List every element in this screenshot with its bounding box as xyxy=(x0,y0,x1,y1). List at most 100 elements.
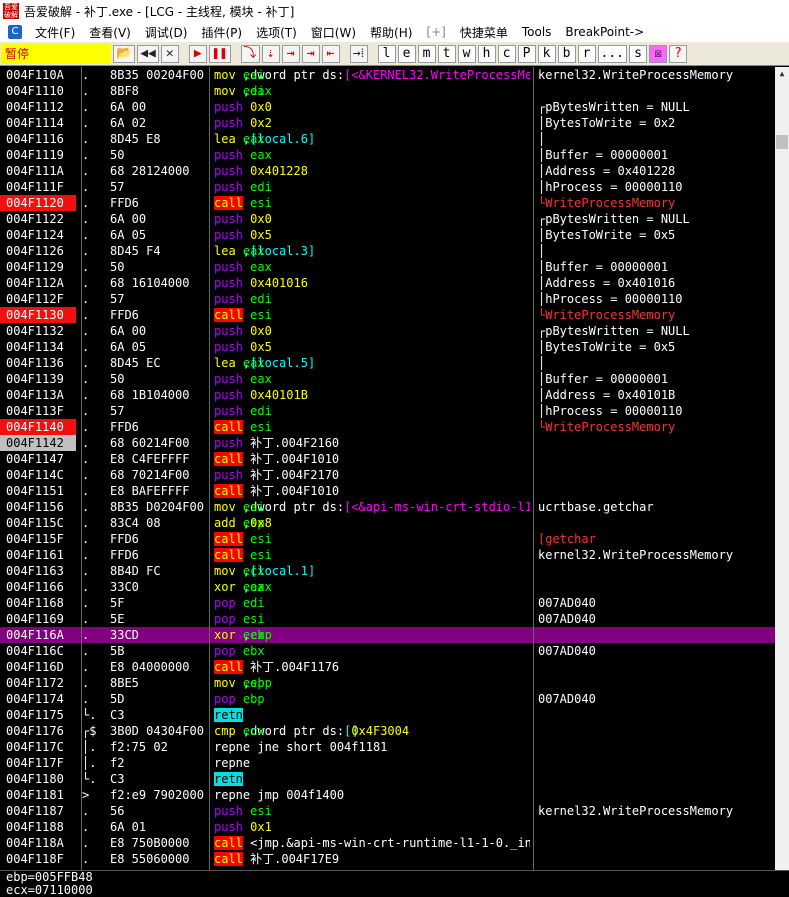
instruction-cell[interactable]: push edi xyxy=(214,179,530,195)
hex-dump-cell[interactable]: C3 xyxy=(110,707,208,723)
disasm-row[interactable]: 004F1174. 5D pop ebp 007AD040 xyxy=(0,691,775,707)
disasm-row[interactable]: 004F1140. FFD6 call esi └WriteProcessMemory xyxy=(0,419,775,435)
hex-dump-cell[interactable]: 6A 05 xyxy=(110,339,208,355)
disasm-row[interactable]: 004F114C. 68 70214F00 push 补丁.004F2170 xyxy=(0,467,775,483)
comment-cell[interactable] xyxy=(538,483,775,499)
comment-cell[interactable]: │Address = 0x401228 xyxy=(538,163,775,179)
hex-dump-cell[interactable]: 68 70214F00 xyxy=(110,467,208,483)
hex-dump-cell[interactable]: 57 xyxy=(110,291,208,307)
address-cell[interactable]: 004F1114 xyxy=(0,115,76,131)
address-cell[interactable]: 004F1120 xyxy=(0,195,76,211)
hex-dump-cell[interactable]: 33CD xyxy=(110,627,208,643)
hex-dump-cell[interactable]: 8D45 E8 xyxy=(110,131,208,147)
address-cell[interactable]: 004F1126 xyxy=(0,243,76,259)
hex-dump-cell[interactable]: FFD6 xyxy=(110,419,208,435)
comment-cell[interactable]: kernel32.WriteProcessMemory xyxy=(538,803,775,819)
instruction-cell[interactable]: push 0x0 xyxy=(214,323,530,339)
hex-dump-cell[interactable]: 83C4 08 xyxy=(110,515,208,531)
hex-dump-cell[interactable]: 6A 00 xyxy=(110,323,208,339)
instruction-cell[interactable]: retn xyxy=(214,707,530,723)
hex-dump-cell[interactable]: 6A 05 xyxy=(110,227,208,243)
address-cell[interactable]: 004F1110 xyxy=(0,83,76,99)
comment-cell[interactable]: │BytesToWrite = 0x5 xyxy=(538,339,775,355)
hex-dump-cell[interactable]: 5F xyxy=(110,595,208,611)
address-cell[interactable]: 004F1176 xyxy=(0,723,76,739)
instruction-cell[interactable]: lea eax, [local.3] xyxy=(214,243,530,259)
hex-dump-cell[interactable]: 8BE5 xyxy=(110,675,208,691)
comment-cell[interactable]: │BytesToWrite = 0x5 xyxy=(538,227,775,243)
comment-cell[interactable]: ucrtbase.getchar xyxy=(538,499,775,515)
disasm-row[interactable]: 004F1120. FFD6 call esi └WriteProcessMemory xyxy=(0,195,775,211)
instruction-cell[interactable]: push 0x5 xyxy=(214,227,530,243)
disasm-row[interactable]: 004F1129. 50 push eax │Buffer = 00000001 xyxy=(0,259,775,275)
instruction-cell[interactable]: call 补丁.004F1010 xyxy=(214,451,530,467)
address-cell[interactable]: 004F1129 xyxy=(0,259,76,275)
close-icon[interactable]: ✕ xyxy=(160,44,179,63)
instruction-cell[interactable]: push eax xyxy=(214,371,530,387)
disasm-row[interactable]: 004F113F. 57 push edi │hProcess = 00000110 xyxy=(0,403,775,419)
threads-button[interactable]: t xyxy=(437,44,456,63)
address-cell[interactable]: 004F1140 xyxy=(0,419,76,435)
disasm-row[interactable]: 004F1147. E8 C4FEFFFF call 补丁.004F1010 xyxy=(0,451,775,467)
address-cell[interactable]: 004F112F xyxy=(0,291,76,307)
disasm-row[interactable]: 004F116A. 33CD xor ecx, ebp xyxy=(0,627,775,643)
comment-cell[interactable] xyxy=(538,563,775,579)
hex-dump-cell[interactable]: 6A 00 xyxy=(110,211,208,227)
comment-cell[interactable]: │Buffer = 00000001 xyxy=(538,259,775,275)
comment-cell[interactable]: │ xyxy=(538,355,775,371)
instruction-cell[interactable]: xor ecx, ebp xyxy=(214,627,530,643)
instruction-cell[interactable]: push esi xyxy=(214,803,530,819)
menu-help[interactable]: 帮助(H) xyxy=(363,24,419,41)
instruction-cell[interactable]: push 0x2 xyxy=(214,115,530,131)
instruction-cell[interactable]: push 0x1 xyxy=(214,819,530,835)
disasm-row[interactable]: 004F1163. 8B4D FC mov ecx, [local.1] xyxy=(0,563,775,579)
comment-cell[interactable] xyxy=(538,739,775,755)
vertical-scrollbar[interactable]: ▲ xyxy=(775,67,789,870)
hex-dump-cell[interactable]: E8 750B0000 xyxy=(110,835,208,851)
disasm-row[interactable]: 004F111A. 68 28124000 push 0x401228 │Addres… xyxy=(0,163,775,179)
address-cell[interactable]: 004F118A xyxy=(0,835,76,851)
menu-file[interactable]: 文件(F) xyxy=(28,24,82,41)
disasm-row[interactable]: 004F1169. 5E pop esi 007AD040 xyxy=(0,611,775,627)
instruction-cell[interactable]: push 0x5 xyxy=(214,339,530,355)
menu-view[interactable]: 查看(V) xyxy=(82,24,138,41)
comment-cell[interactable]: kernel32.WriteProcessMemory xyxy=(538,547,775,563)
hex-dump-cell[interactable]: 6A 02 xyxy=(110,115,208,131)
address-cell[interactable]: 004F114C xyxy=(0,467,76,483)
instruction-cell[interactable]: call esi xyxy=(214,419,530,435)
address-cell[interactable]: 004F1124 xyxy=(0,227,76,243)
instruction-cell[interactable]: call esi xyxy=(214,531,530,547)
address-cell[interactable]: 004F115F xyxy=(0,531,76,547)
comment-cell[interactable] xyxy=(538,579,775,595)
address-cell[interactable]: 004F1180 xyxy=(0,771,76,787)
instruction-cell[interactable]: push 0x0 xyxy=(214,211,530,227)
instruction-cell[interactable]: pop esi xyxy=(214,611,530,627)
disasm-row[interactable]: 004F110A. 8B35 00204F00 mov esi ,dword ptr … xyxy=(0,67,775,83)
options-icon[interactable]: ☒ xyxy=(649,44,667,63)
address-cell[interactable]: 004F111F xyxy=(0,179,76,195)
disasm-row[interactable]: 004F1112. 6A 00 push 0x0 ┌pBytesWritten = N… xyxy=(0,99,775,115)
comment-cell[interactable]: └WriteProcessMemory xyxy=(538,195,775,211)
disasm-row[interactable]: 004F118F. E8 55060000 call 补丁.004F17E9 xyxy=(0,851,775,867)
menu-options[interactable]: 选项(T) xyxy=(249,24,304,41)
patches-button[interactable]: P xyxy=(517,44,536,63)
instruction-cell[interactable]: call esi xyxy=(214,307,530,323)
disasm-row[interactable]: 004F1134. 6A 05 push 0x5 │BytesToWrite = 0x… xyxy=(0,339,775,355)
comment-cell[interactable]: │ xyxy=(538,243,775,259)
address-cell[interactable]: 004F118F xyxy=(0,851,76,867)
instruction-cell[interactable]: push eax xyxy=(214,147,530,163)
disasm-row[interactable]: 004F117F │. f2 repne xyxy=(0,755,775,771)
instruction-cell[interactable]: call 补丁.004F1176 xyxy=(214,659,530,675)
hex-dump-cell[interactable]: 8D45 EC xyxy=(110,355,208,371)
references-button[interactable]: r xyxy=(577,44,596,63)
comment-cell[interactable]: │Buffer = 00000001 xyxy=(538,147,775,163)
hex-dump-cell[interactable]: 8B35 D0204F00 xyxy=(110,499,208,515)
comment-cell[interactable]: │hProcess = 00000110 xyxy=(538,291,775,307)
pause-icon[interactable]: ❚❚ xyxy=(208,44,231,63)
address-cell[interactable]: 004F1136 xyxy=(0,355,76,371)
address-cell[interactable]: 004F115C xyxy=(0,515,76,531)
comment-cell[interactable]: └WriteProcessMemory xyxy=(538,419,775,435)
disasm-row[interactable]: 004F115C. 83C4 08 add esp, 0x8 xyxy=(0,515,775,531)
hex-dump-cell[interactable]: 3B0D 04304F00 xyxy=(110,723,208,739)
instruction-cell[interactable]: call esi xyxy=(214,547,530,563)
